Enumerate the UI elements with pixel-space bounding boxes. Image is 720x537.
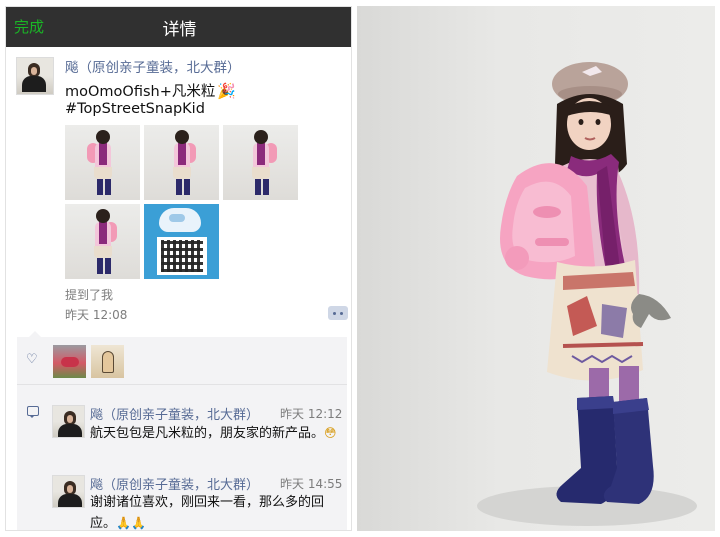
post-timestamp: 昨天 12:08 [65,308,128,322]
likes-row: ♡ [17,337,347,385]
post-photo-1[interactable] [65,125,140,200]
heart-icon: ♡ [26,352,38,367]
comment-timestamp: 昨天 14:55 [280,477,343,491]
comment-author-avatar[interactable] [52,475,85,508]
post-author-name[interactable]: 飚（原创亲子童装，北大群） [65,56,241,76]
more-actions-button[interactable] [328,306,348,320]
comment-author-name[interactable]: 飚（原创亲子童装，北大群） [90,404,259,423]
street-snap-photo [357,6,715,531]
comment-author-avatar[interactable] [52,405,85,438]
post-photo-2[interactable] [144,125,219,200]
like-avatar[interactable] [53,345,86,378]
post-photo-qr-code[interactable] [144,204,219,279]
post-text-line1: moOmoOfish+凡米粒 🎉 [65,82,237,100]
party-popper-icon: 🎉 [217,82,237,100]
mentioned-me-label: 提到了我 [65,288,114,302]
page-title: 详情 [162,20,197,40]
post-photo-3[interactable] [223,125,298,200]
post-author-avatar[interactable] [16,57,54,95]
like-avatar[interactable] [91,345,124,378]
folded-hands-emoji: 🙏🙏 [116,516,146,530]
flushed-face-emoji: 😳 [324,426,337,440]
comment-timestamp: 昨天 12:12 [280,407,343,421]
moments-detail-panel: 完成 详情 飚（原创亲子童装，北大群） moOmoOfish+凡米粒 🎉 #Top… [5,6,352,531]
navigation-bar: 完成 详情 [6,7,351,47]
girl-with-backpack-illustration [477,62,697,526]
comment-text: 航天包包是凡米粒的，朋友家的新产品。😳 [90,423,348,444]
comment-text: 谢谢诸位喜欢，刚回来一看，那么多的回应。🙏🙏 [90,495,325,531]
comment-author-name[interactable]: 飚（原创亲子童装，北大群） [90,474,259,493]
post-photo-4[interactable] [65,204,140,279]
comment-icon [27,406,39,418]
post-hashtag[interactable]: #TopStreetSnapKid [65,101,205,117]
